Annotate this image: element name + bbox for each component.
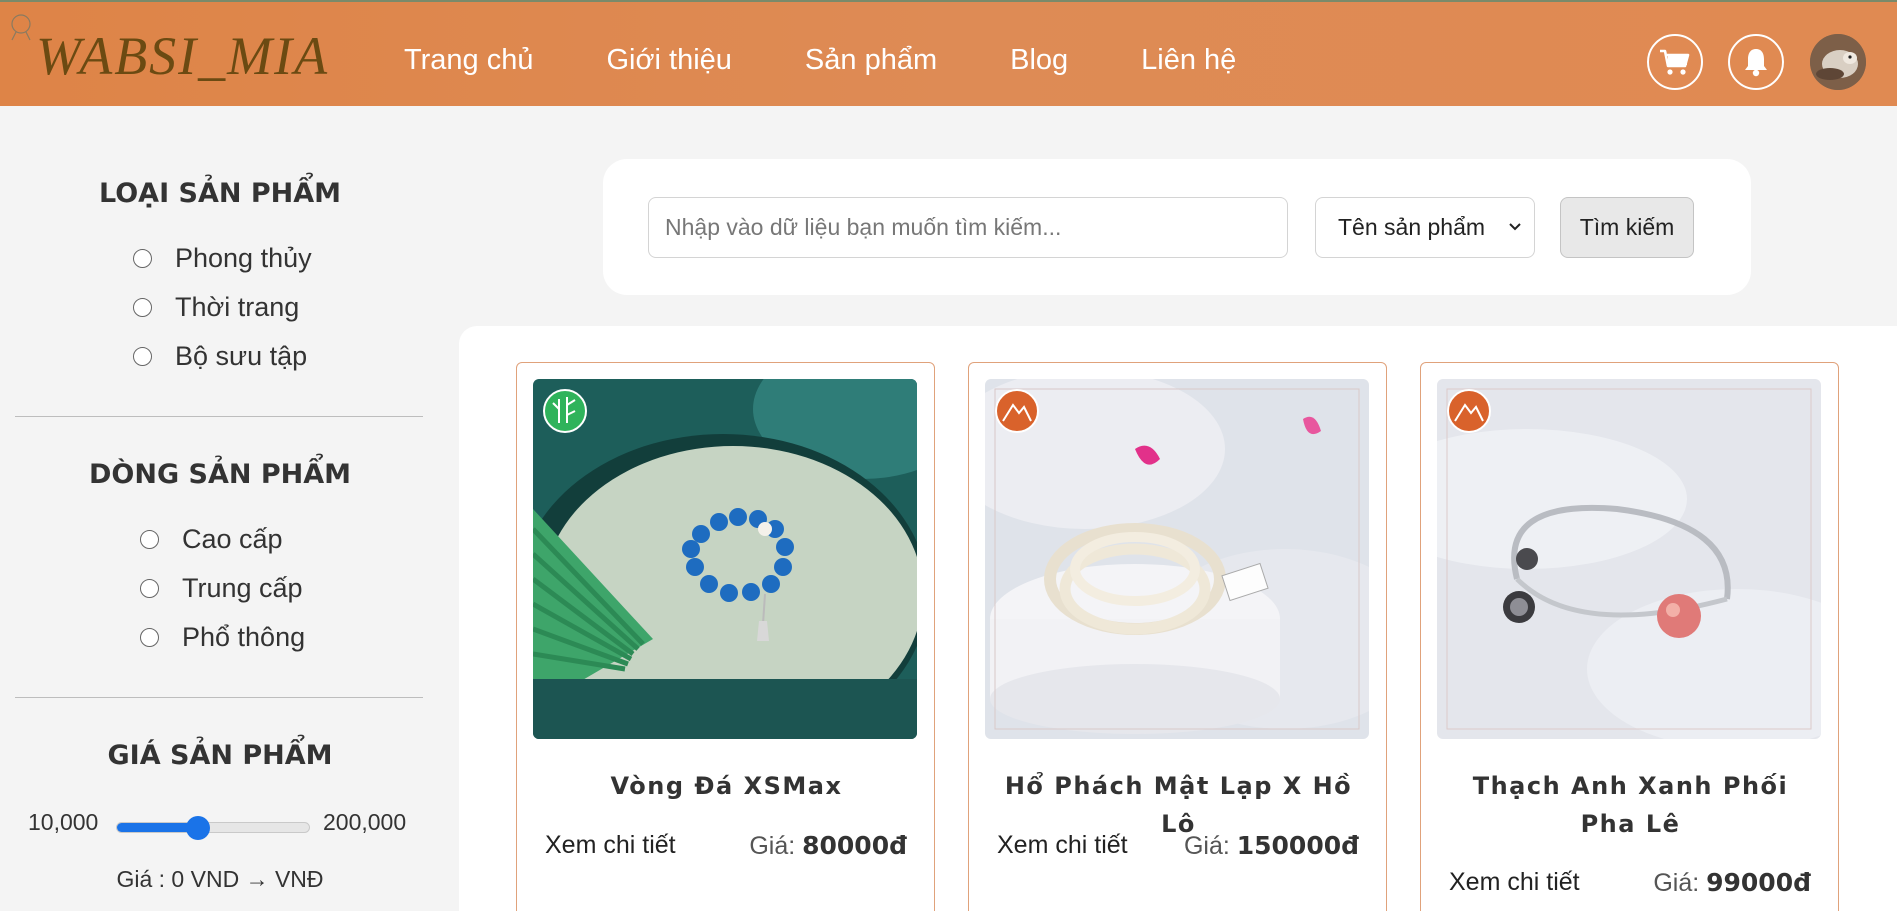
option-label: Trung cấp [182, 573, 303, 603]
mountain-badge-icon [995, 389, 1039, 433]
bell-icon [1745, 49, 1767, 77]
option-label: Phong thủy [175, 243, 312, 273]
divider [15, 697, 423, 698]
nav-contact[interactable]: Liên hệ [1141, 42, 1236, 78]
select-value: Tên sản phẩm [1338, 214, 1486, 240]
category-filter-title: LOẠI SẢN PHẨM [98, 178, 342, 209]
category-option-bo-suu-tap[interactable]: Bộ sưu tập [133, 341, 307, 372]
option-label: Cao cấp [182, 524, 283, 554]
price-value: 99000đ [1706, 868, 1811, 897]
line-option-cao-cap[interactable]: Cao cấp [140, 524, 283, 555]
search-button[interactable]: Tìm kiếm [1560, 197, 1694, 258]
line-option-trung-cap[interactable]: Trung cấp [140, 573, 303, 604]
product-grid: Vòng Đá XSMax Xem chi tiết Giá: 80000đ H… [459, 326, 1897, 911]
price-label: Giá: [749, 832, 803, 860]
nav-products[interactable]: Sản phẩm [805, 42, 937, 78]
radio-button[interactable] [140, 628, 159, 647]
logo-mark-icon [11, 14, 31, 41]
radio-button[interactable] [140, 579, 159, 598]
price-slider[interactable] [116, 816, 310, 840]
site-header: WABSI_MIA Trang chủ Giới thiệu Sản phẩm … [0, 0, 1897, 106]
product-image[interactable] [1437, 379, 1821, 739]
view-detail-link[interactable]: Xem chi tiết [1449, 868, 1580, 897]
product-name[interactable]: Vòng Đá XSMax [537, 767, 916, 805]
cart-button[interactable] [1647, 34, 1703, 90]
radio-button[interactable] [140, 530, 159, 549]
product-price: Giá: 80000đ [749, 831, 907, 861]
price-range-text: Giá : 0 VND → VNĐ [116, 866, 324, 892]
bamboo-badge-icon [543, 389, 587, 433]
nav-blog[interactable]: Blog [1010, 42, 1068, 78]
radio-button[interactable] [133, 347, 152, 366]
product-image[interactable] [533, 379, 917, 739]
line-option-pho-thong[interactable]: Phổ thông [140, 622, 305, 653]
main-nav: Trang chủ Giới thiệu Sản phẩm Blog Liên … [404, 42, 1309, 78]
mountain-badge-icon [1447, 389, 1491, 433]
radio-button[interactable] [133, 249, 152, 268]
option-label: Bộ sưu tập [175, 341, 308, 371]
radio-button[interactable] [133, 298, 152, 317]
price-filter-title: GIÁ SẢN PHẨM [107, 740, 333, 771]
nav-home[interactable]: Trang chủ [404, 42, 534, 78]
notification-button[interactable] [1728, 34, 1784, 90]
pearl-necklace-photo [985, 379, 1369, 739]
category-option-thoi-trang[interactable]: Thời trang [133, 292, 299, 323]
price-value: 80000đ [802, 831, 907, 860]
silver-bangle-photo [1437, 379, 1821, 739]
avatar-image [1810, 34, 1866, 90]
nav-about[interactable]: Giới thiệu [607, 42, 732, 78]
user-avatar[interactable] [1810, 34, 1866, 90]
product-card[interactable]: Hổ Phách Mật Lạp X Hồ Lô Xem chi tiết Gi… [968, 362, 1387, 911]
product-image[interactable] [985, 379, 1369, 739]
line-filter-title: DÒNG SẢN PHẨM [88, 459, 351, 490]
bracelet-photo [533, 379, 917, 739]
divider [15, 416, 423, 417]
site-logo[interactable]: WABSI_MIA [36, 26, 329, 86]
price-min-label: 10,000 [28, 809, 99, 835]
product-price: Giá: 150000đ [1184, 831, 1359, 861]
search-field-select[interactable]: Tên sản phẩm [1315, 197, 1535, 258]
price-label: Giá: [1183, 832, 1237, 860]
cart-icon [1660, 49, 1690, 75]
filter-sidebar: LOẠI SẢN PHẨM Phong thủy Thời trang Bộ s… [0, 106, 440, 911]
option-label: Phổ thông [182, 622, 306, 652]
category-option-phong-thuy[interactable]: Phong thủy [133, 243, 312, 274]
view-detail-link[interactable]: Xem chi tiết [545, 831, 676, 860]
option-label: Thời trang [175, 292, 300, 322]
product-price: Giá: 99000đ [1653, 868, 1811, 898]
view-detail-link[interactable]: Xem chi tiết [997, 831, 1128, 860]
search-panel: Tên sản phẩm Tìm kiếm [603, 159, 1751, 295]
search-input[interactable] [648, 197, 1288, 258]
price-value: 150000đ [1236, 831, 1359, 860]
chevron-down-icon [1509, 223, 1521, 231]
slider-thumb[interactable] [185, 816, 210, 840]
product-name[interactable]: Thạch Anh Xanh Phối Pha Lê [1441, 767, 1820, 843]
price-max-label: 200,000 [323, 809, 407, 835]
price-label: Giá: [1653, 869, 1707, 897]
product-card[interactable]: Thạch Anh Xanh Phối Pha Lê Xem chi tiết … [1420, 362, 1839, 911]
product-card[interactable]: Vòng Đá XSMax Xem chi tiết Giá: 80000đ [516, 362, 935, 911]
